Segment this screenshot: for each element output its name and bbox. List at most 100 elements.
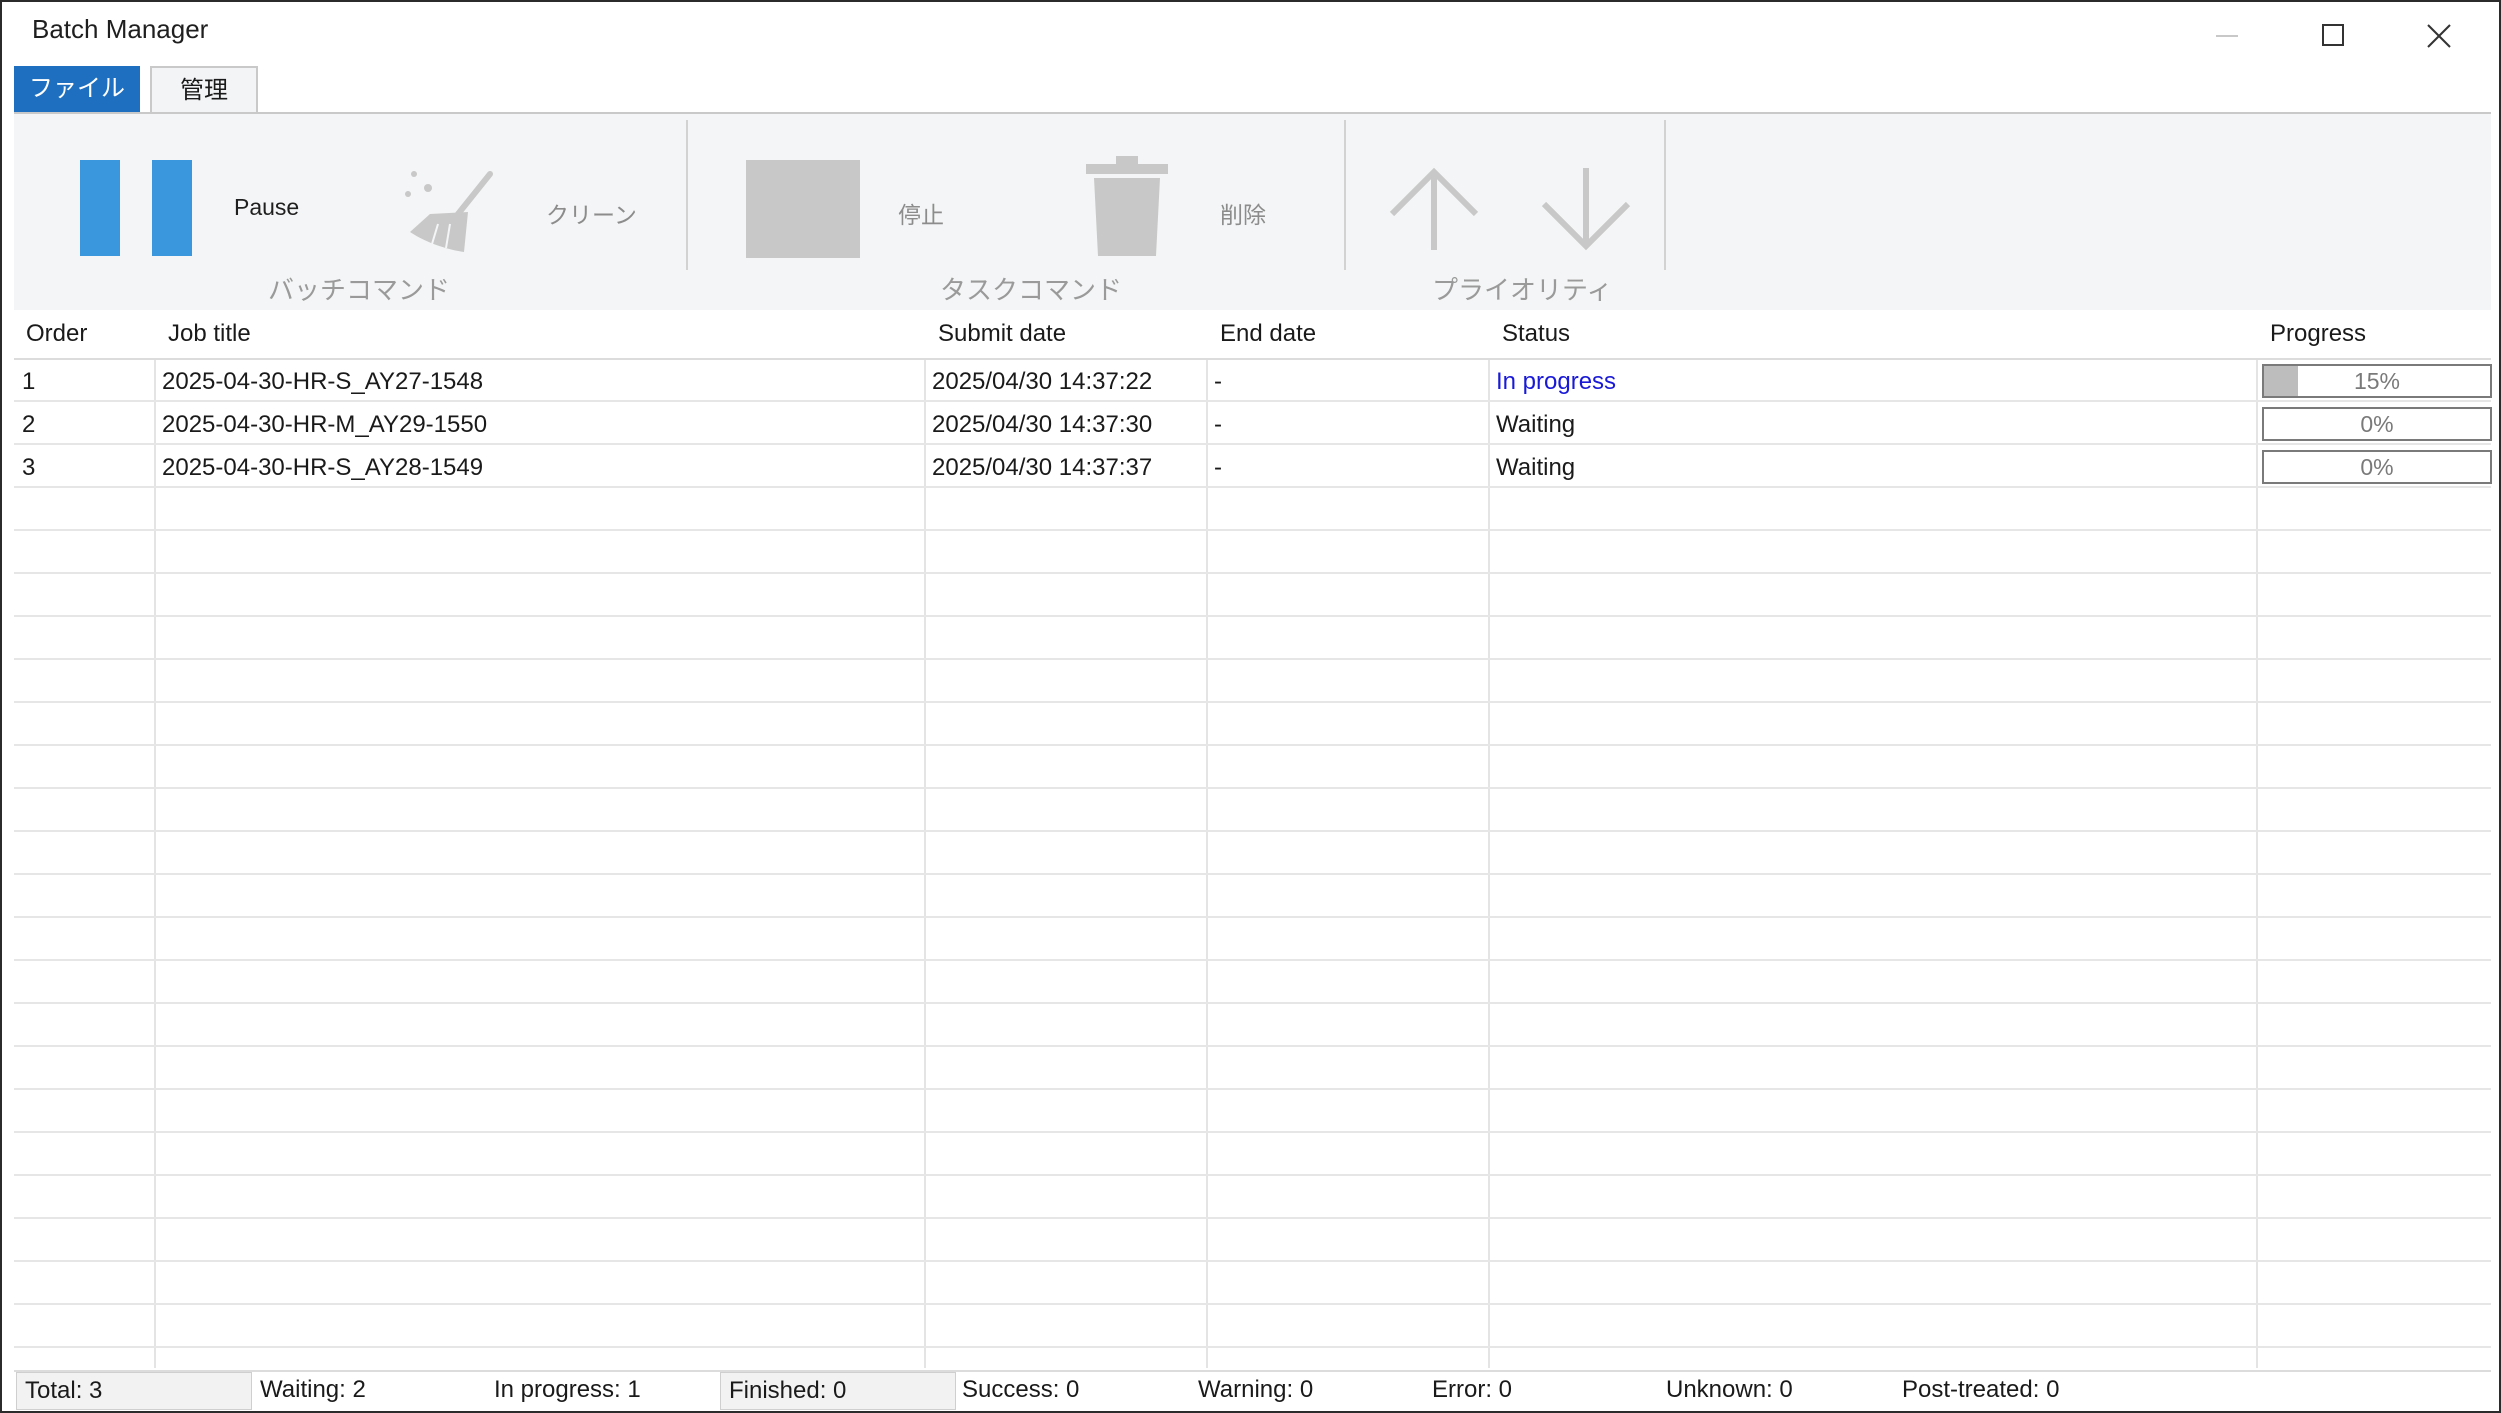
clean-label[interactable]: クリーン <box>546 196 637 230</box>
progress-text: 15% <box>2353 368 2401 394</box>
delete-label[interactable]: 削除 <box>1220 196 1266 230</box>
row-gridline <box>14 830 2491 832</box>
stop-icon <box>746 160 860 258</box>
cell-status: Waiting <box>1496 454 1576 481</box>
cell-status: Waiting <box>1496 411 1576 438</box>
clean-button[interactable] <box>398 162 508 267</box>
row-gridline <box>14 1346 2491 1348</box>
tab-file[interactable]: ファイル <box>14 66 140 112</box>
row-gridline <box>14 658 2491 660</box>
cell-status: In progress <box>1496 368 1617 395</box>
cell-order: 3 <box>22 454 36 481</box>
arrow-up-icon <box>1389 167 1479 250</box>
column-header-submit-date[interactable]: Submit date <box>938 320 1066 348</box>
group-label-task: タスクコマンド <box>940 275 1123 305</box>
close-button[interactable] <box>2404 10 2474 58</box>
row-gridline <box>14 744 2491 746</box>
row-gridline <box>14 1045 2491 1047</box>
pause-label[interactable]: Pause <box>234 194 299 221</box>
group-label-priority: プライオリティ <box>1432 275 1613 305</box>
column-divider <box>1488 310 1490 1368</box>
cell-job-title: 2025-04-30-HR-S_AY27-1548 <box>162 368 484 395</box>
window-title: Batch Manager <box>32 14 209 44</box>
ribbon-separator <box>1664 120 1666 270</box>
progress-text: 0% <box>2360 454 2394 480</box>
column-divider <box>154 310 156 1368</box>
broom-icon <box>405 171 493 252</box>
priority-down-button[interactable] <box>1536 164 1636 259</box>
cell-job-title: 2025-04-30-HR-S_AY28-1549 <box>162 454 484 481</box>
cell-end-date: - <box>1214 411 1222 438</box>
pause-button[interactable] <box>74 158 194 263</box>
ribbon-separator <box>686 120 688 270</box>
column-header-order[interactable]: Order <box>26 320 87 348</box>
stop-label[interactable]: 停止 <box>898 196 944 230</box>
status-unknown: Unknown: 0 <box>1666 1376 1793 1403</box>
group-label-batch: バッチコマンド <box>268 275 451 305</box>
delete-button[interactable] <box>1082 154 1172 265</box>
cell-order: 2 <box>22 411 36 438</box>
row-gridline <box>14 572 2491 574</box>
progress-bar: 0% <box>2262 407 2492 441</box>
column-divider <box>2256 310 2258 1368</box>
cell-end-date: - <box>1214 368 1222 395</box>
row-gridline <box>14 400 2491 402</box>
row-gridline <box>14 1174 2491 1176</box>
tab-manage[interactable]: 管理 <box>150 66 258 116</box>
status-warning: Warning: 0 <box>1198 1376 1314 1403</box>
ribbon: Pause クリーン バッチコマンド 停止 削除 タスクコマンド プライオリティ <box>14 112 2491 312</box>
row-gridline <box>14 529 2491 531</box>
arrow-down-icon <box>1541 168 1631 251</box>
column-header-job-title[interactable]: Job title <box>168 320 251 348</box>
column-header-progress[interactable]: Progress <box>2270 320 2366 348</box>
row-gridline <box>14 959 2491 961</box>
column-header-end-date[interactable]: End date <box>1220 320 1316 348</box>
progress-bar: 15% <box>2262 364 2492 398</box>
trash-icon <box>1086 156 1168 256</box>
stop-button[interactable] <box>746 160 862 265</box>
pause-icon <box>80 160 192 256</box>
title-bar: Batch Manager <box>2 2 2499 62</box>
progress-text: 0% <box>2360 411 2394 437</box>
status-success: Success: 0 <box>962 1376 1080 1403</box>
status-finished: Finished: 0 <box>720 1372 956 1410</box>
minimize-button[interactable] <box>2192 10 2262 58</box>
status-total: Total: 3 <box>16 1372 252 1410</box>
maximize-icon <box>2322 24 2344 46</box>
batch-manager-window: Batch Manager ファイル 管理 Pause クリーン バッチコマンド… <box>0 0 2501 1413</box>
minimize-icon <box>2216 35 2238 37</box>
column-header-status[interactable]: Status <box>1502 320 1570 348</box>
column-divider <box>1206 310 1208 1368</box>
cell-end-date: - <box>1214 454 1222 481</box>
status-waiting: Waiting: 2 <box>260 1376 366 1403</box>
row-gridline <box>14 916 2491 918</box>
row-gridline <box>14 615 2491 617</box>
status-in-progress: In progress: 1 <box>494 1376 641 1403</box>
row-gridline <box>14 787 2491 789</box>
ribbon-separator <box>1344 120 1346 270</box>
row-gridline <box>14 1260 2491 1262</box>
row-gridline <box>14 873 2491 875</box>
status-bar: Total: 3 Waiting: 2 In progress: 1 Finis… <box>14 1370 2491 1410</box>
column-divider <box>924 310 926 1368</box>
row-gridline <box>14 486 2491 488</box>
status-error: Error: 0 <box>1432 1376 1513 1403</box>
progress-bar: 0% <box>2262 450 2492 484</box>
row-gridline <box>14 1088 2491 1090</box>
status-post-treated: Post-treated: 0 <box>1902 1376 2060 1403</box>
close-icon <box>2427 24 2451 48</box>
row-gridline <box>14 1217 2491 1219</box>
row-gridline <box>14 1303 2491 1305</box>
priority-up-button[interactable] <box>1384 164 1484 259</box>
cell-submit-date: 2025/04/30 14:37:37 <box>932 454 1153 481</box>
table-header: Order Job title Submit date End date Sta… <box>14 310 2491 360</box>
cell-submit-date: 2025/04/30 14:37:30 <box>932 411 1153 438</box>
row-gridline <box>14 701 2491 703</box>
cell-order: 1 <box>22 368 36 395</box>
row-gridline <box>14 443 2491 445</box>
row-gridline <box>14 1131 2491 1133</box>
cell-job-title: 2025-04-30-HR-M_AY29-1550 <box>162 411 488 438</box>
maximize-button[interactable] <box>2298 10 2368 58</box>
job-table: Order Job title Submit date End date Sta… <box>14 310 2492 1368</box>
cell-submit-date: 2025/04/30 14:37:22 <box>932 368 1153 395</box>
